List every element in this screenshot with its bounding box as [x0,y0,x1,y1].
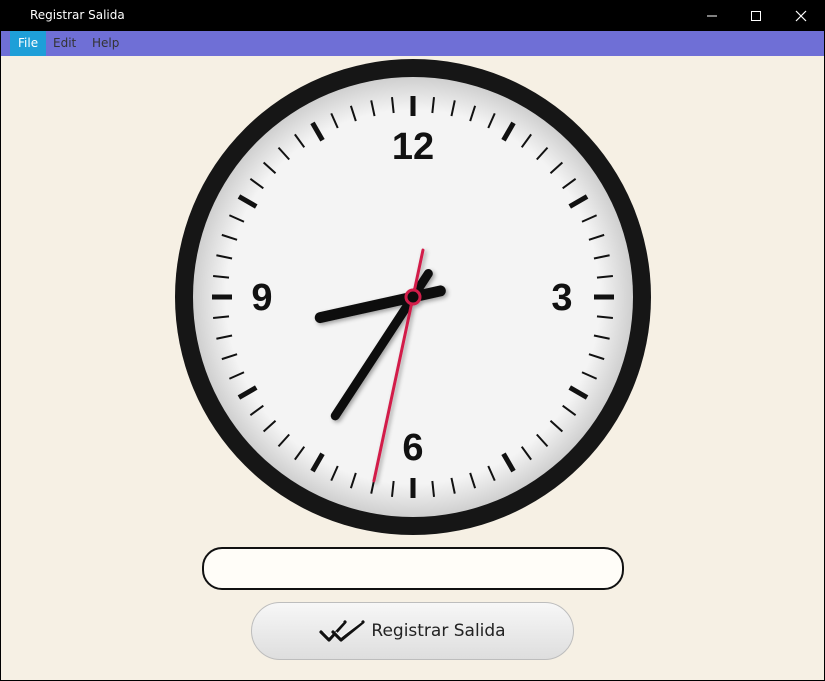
maximize-button[interactable] [733,0,779,31]
minimize-icon [707,15,717,17]
analog-clock: 12 3 6 9 [175,59,651,535]
close-button[interactable] [778,0,824,31]
registrar-salida-button[interactable]: Registrar Salida [251,602,574,660]
menu-bar: File Edit Help [1,31,824,56]
maximize-icon [751,11,761,21]
window-title: Registrar Salida [30,8,125,22]
main-content: 12 3 6 9 Registrar Salida [1,56,824,680]
menu-help[interactable]: Help [84,31,127,56]
numeral-6: 6 [402,427,423,469]
title-bar: Registrar Salida [0,0,825,31]
numeral-12: 12 [392,126,434,168]
menu-edit[interactable]: Edit [45,31,84,56]
double-check-icon [319,620,365,642]
minimize-button[interactable] [689,0,735,31]
menu-file[interactable]: File [10,31,47,56]
numeral-3: 3 [551,277,572,319]
close-icon [795,10,807,22]
numeral-9: 9 [251,277,272,319]
entry-field[interactable] [202,547,624,590]
clock-center-cap [404,288,422,306]
registrar-salida-label: Registrar Salida [371,621,506,641]
